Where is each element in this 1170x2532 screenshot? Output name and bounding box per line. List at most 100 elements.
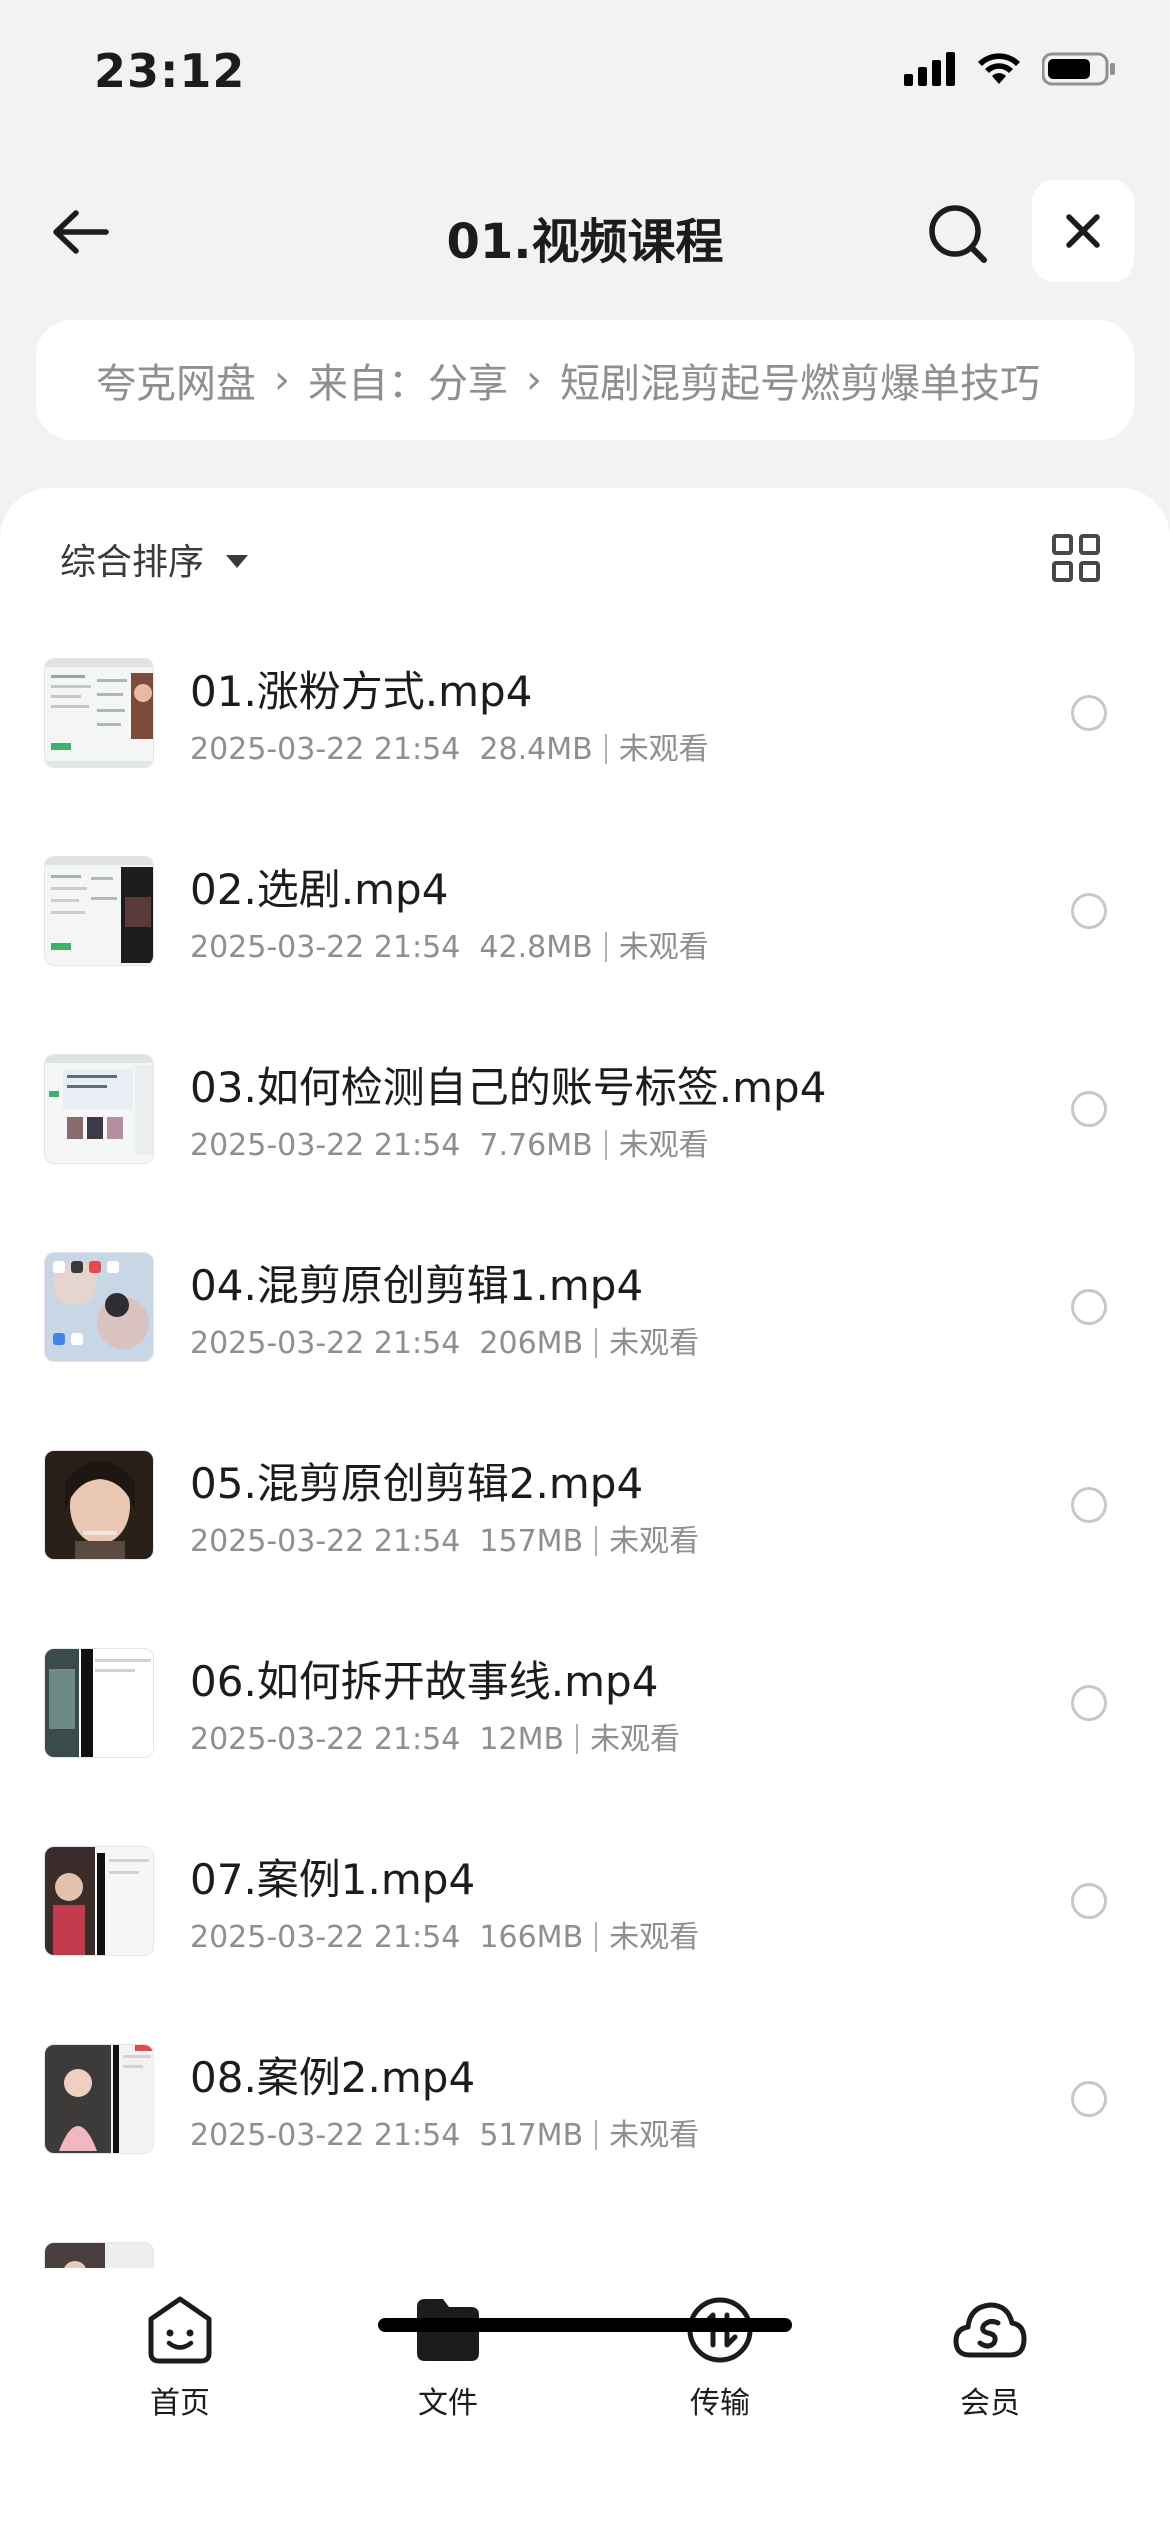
- home-face-icon: [148, 2296, 212, 2364]
- file-name: 08.案例2.mp4: [190, 2053, 476, 2102]
- file-panel: 综合排序 01.涨粉方式.mp4 2025-03-22 21:54 28.4MB…: [0, 488, 1170, 2268]
- file-date: 2025-03-22 21:54: [190, 1920, 461, 1955]
- nav-bar: 01.视频课程: [0, 170, 1170, 290]
- watch-status: 未观看: [618, 1128, 709, 1163]
- tab-transfer[interactable]: 传输: [640, 2288, 800, 2422]
- breadcrumb-item-folder[interactable]: 短剧混剪起号燃剪爆单技巧: [560, 351, 1040, 409]
- watch-status: 未观看: [618, 732, 709, 767]
- select-radio[interactable]: [1071, 1883, 1107, 1919]
- close-icon: [1066, 214, 1100, 248]
- select-radio[interactable]: [1071, 1487, 1107, 1523]
- select-radio[interactable]: [1071, 893, 1107, 929]
- file-date: 2025-03-22 21:54: [190, 1722, 461, 1757]
- file-row[interactable]: 08.案例2.mp4 2025-03-22 21:54 517MB 未观看: [0, 2044, 1170, 2242]
- video-thumbnail: [44, 658, 154, 768]
- video-thumbnail: [44, 1648, 154, 1758]
- file-row[interactable]: 04.混剪原创剪辑1.mp4 2025-03-22 21:54 206MB 未观看: [0, 1252, 1170, 1450]
- file-row[interactable]: [0, 2242, 1170, 2268]
- file-list: 01.涨粉方式.mp4 2025-03-22 21:54 28.4MB 未观看 0: [0, 658, 1170, 2268]
- status-icons: [904, 52, 1116, 86]
- file-row[interactable]: 07.案例1.mp4 2025-03-22 21:54 166MB 未观看: [0, 1846, 1170, 2044]
- caret-down-icon: [226, 554, 249, 568]
- tab-label: 会员: [960, 2386, 1020, 2421]
- file-name: 07.案例1.mp4: [190, 1855, 476, 1904]
- video-thumbnail: [44, 2242, 154, 2268]
- file-meta: 2025-03-22 21:54 166MB 未观看: [190, 1912, 699, 1956]
- select-radio[interactable]: [1071, 695, 1107, 731]
- watch-status: 未观看: [609, 1326, 700, 1361]
- signal-icon: [904, 52, 955, 86]
- file-meta: 2025-03-22 21:54 517MB 未观看: [190, 2110, 699, 2154]
- video-thumbnail: [44, 1846, 154, 1956]
- file-date: 2025-03-22 21:54: [190, 732, 461, 767]
- select-radio[interactable]: [1071, 2081, 1107, 2117]
- file-date: 2025-03-22 21:54: [190, 1524, 461, 1559]
- file-name: 01.涨粉方式.mp4: [190, 667, 533, 716]
- file-meta: 2025-03-22 21:54 157MB 未观看: [190, 1516, 699, 1560]
- wifi-icon: [978, 53, 1020, 84]
- select-radio[interactable]: [1071, 1091, 1107, 1127]
- video-thumbnail: [44, 1054, 154, 1164]
- status-bar: 23:12: [0, 0, 1170, 140]
- file-row[interactable]: 05.混剪原创剪辑2.mp4 2025-03-22 21:54 157MB 未观看: [0, 1450, 1170, 1648]
- file-meta: 2025-03-22 21:54 206MB 未观看: [190, 1318, 699, 1362]
- vip-cloud-icon: [953, 2302, 1027, 2358]
- breadcrumb-item-root[interactable]: 夸克网盘: [96, 351, 256, 409]
- watch-status: 未观看: [609, 1920, 700, 1955]
- file-size: 42.8MB: [479, 930, 593, 965]
- video-thumbnail: [44, 1252, 154, 1362]
- watch-status: 未观看: [609, 1524, 700, 1559]
- select-radio[interactable]: [1071, 1289, 1107, 1325]
- file-size: 28.4MB: [479, 732, 593, 767]
- file-meta: 2025-03-22 21:54 12MB 未观看: [190, 1714, 680, 1758]
- file-size: 12MB: [479, 1722, 565, 1757]
- file-meta: 2025-03-22 21:54 28.4MB 未观看: [190, 724, 709, 768]
- file-name: 03.如何检测自己的账号标签.mp4: [190, 1063, 827, 1112]
- file-size: 166MB: [479, 1920, 584, 1955]
- breadcrumb: 夸克网盘 › 来自：分享 › 短剧混剪起号燃剪爆单技巧: [36, 320, 1134, 440]
- sort-dropdown[interactable]: 综合排序: [60, 533, 249, 585]
- watch-status: 未观看: [609, 2118, 700, 2153]
- file-meta: 2025-03-22 21:54 7.76MB 未观看: [190, 1120, 709, 1164]
- file-name: 04.混剪原创剪辑1.mp4: [190, 1261, 644, 1310]
- sort-label: 综合排序: [60, 542, 205, 583]
- tab-label: 首页: [150, 2386, 210, 2421]
- file-row[interactable]: 06.如何拆开故事线.mp4 2025-03-22 21:54 12MB 未观看: [0, 1648, 1170, 1846]
- file-row[interactable]: 02.选剧.mp4 2025-03-22 21:54 42.8MB 未观看: [0, 856, 1170, 1054]
- tab-label: 传输: [690, 2386, 750, 2421]
- file-name: 06.如何拆开故事线.mp4: [190, 1657, 659, 1706]
- battery-icon: [1042, 52, 1115, 86]
- search-icon: [929, 205, 987, 263]
- file-row[interactable]: 03.如何检测自己的账号标签.mp4 2025-03-22 21:54 7.76…: [0, 1054, 1170, 1252]
- file-row[interactable]: 01.涨粉方式.mp4 2025-03-22 21:54 28.4MB 未观看: [0, 658, 1170, 856]
- file-size: 7.76MB: [479, 1128, 593, 1163]
- file-name: 02.选剧.mp4: [190, 865, 449, 914]
- grid-view-icon[interactable]: [1052, 534, 1100, 582]
- select-radio[interactable]: [1071, 1685, 1107, 1721]
- chevron-right-icon: ›: [526, 357, 542, 403]
- video-thumbnail: [44, 2044, 154, 2154]
- tab-bar: 首页 文件 传输 会员: [0, 2268, 1170, 2532]
- file-meta: 2025-03-22 21:54 42.8MB 未观看: [190, 922, 709, 966]
- file-size: 206MB: [479, 1326, 584, 1361]
- breadcrumb-item-share[interactable]: 来自：分享: [308, 351, 508, 409]
- file-date: 2025-03-22 21:54: [190, 930, 461, 965]
- tab-vip[interactable]: 会员: [910, 2288, 1070, 2422]
- file-date: 2025-03-22 21:54: [190, 1326, 461, 1361]
- file-name: 05.混剪原创剪辑2.mp4: [190, 1459, 644, 1508]
- search-button[interactable]: [918, 194, 998, 274]
- watch-status: 未观看: [618, 930, 709, 965]
- file-date: 2025-03-22 21:54: [190, 2118, 461, 2153]
- tab-home[interactable]: 首页: [100, 2288, 260, 2422]
- tab-label: 文件: [418, 2386, 478, 2421]
- video-thumbnail: [44, 856, 154, 966]
- chevron-right-icon: ›: [274, 357, 290, 403]
- tab-files[interactable]: 文件: [368, 2288, 528, 2422]
- watch-status: 未观看: [590, 1722, 681, 1757]
- file-size: 157MB: [479, 1524, 584, 1559]
- file-date: 2025-03-22 21:54: [190, 1128, 461, 1163]
- video-thumbnail: [44, 1450, 154, 1560]
- home-indicator: [378, 2318, 792, 2332]
- close-button[interactable]: [1032, 180, 1134, 282]
- status-time: 23:12: [94, 44, 246, 98]
